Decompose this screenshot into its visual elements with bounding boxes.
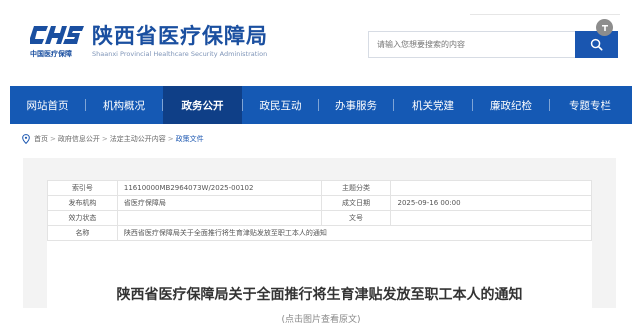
index-label: 索引号 [47,180,118,196]
nav-item-discipline[interactable]: 廉政纪检 [473,86,549,124]
status-label: 效力状态 [47,210,118,226]
nav-item-home[interactable]: 网站首页 [10,86,85,124]
search-box [368,31,576,58]
breadcrumb-separator: > [167,135,174,143]
nav-item-services[interactable]: 办事服务 [319,86,393,124]
location-pin-icon [22,134,30,144]
nav-item-interaction[interactable]: 政民互动 [243,86,318,124]
search-button[interactable] [575,31,618,58]
view-original-caption[interactable]: (点击图片查看原文) [0,312,642,325]
name-value: 陕西省医疗保障局关于全面推行将生育津贴发放至职工本人的通知 [116,225,593,241]
document-page: 索引号 11610000MB2964073W/2025-00102 主题分类 发… [47,180,593,308]
name-label: 名称 [47,225,118,241]
table-row: 发布机构 省医疗保障局 成文日期 2025-09-16 00:00 [47,195,592,211]
docno-label: 文号 [320,210,392,226]
accessibility-badge[interactable] [596,19,613,36]
top-divider [470,14,620,15]
date-value: 2025-09-16 00:00 [390,195,592,211]
metadata-table: 索引号 11610000MB2964073W/2025-00102 主题分类 发… [47,180,593,241]
nav-item-gov-info[interactable]: 政务公开 [163,86,242,124]
issuer-value: 省医疗保障局 [116,195,322,211]
breadcrumb-gov-info[interactable]: 政府信息公开 [58,134,100,144]
index-value: 11610000MB2964073W/2025-00102 [116,180,322,196]
text-mode-icon [601,24,608,31]
search-input[interactable] [369,32,575,57]
nav-item-topics[interactable]: 专题专栏 [550,86,630,124]
nav-item-about[interactable]: 机构概况 [86,86,162,124]
topic-value [390,180,592,196]
docno-value [390,210,592,226]
chs-logo-icon [30,26,84,44]
breadcrumb-separator: > [50,135,56,143]
nav-item-party[interactable]: 机关党建 [394,86,472,124]
breadcrumb-home[interactable]: 首页 [34,134,48,144]
document-image[interactable]: 索引号 11610000MB2964073W/2025-00102 主题分类 发… [23,158,616,308]
breadcrumb: 首页 > 政府信息公开 > 法定主动公开内容 > 政策文件 [22,133,204,145]
table-row: 名称 陕西省医疗保障局关于全面推行将生育津贴发放至职工本人的通知 [47,225,593,241]
site-title[interactable]: 陕西省医疗保障局 [92,24,268,48]
topic-label: 主题分类 [320,180,392,196]
date-label: 成文日期 [320,195,392,211]
status-value [116,210,322,226]
breadcrumb-separator: > [101,135,108,143]
table-row: 效力状态 文号 [47,210,592,226]
issuer-label: 发布机构 [47,195,118,211]
site-subtitle: Shaanxi Provincial Healthcare Security A… [92,50,268,58]
search-icon [590,38,603,51]
main-nav: 网站首页 机构概况 政务公开 政民互动 办事服务 机关党建 廉政纪检 专题专栏 [10,86,632,124]
logo-subtext: 中国医疗保障 [30,50,72,58]
breadcrumb-policy-docs[interactable]: 政策文件 [176,134,204,144]
breadcrumb-legal-disclosure[interactable]: 法定主动公开内容 [110,134,166,144]
document-title: 陕西省医疗保障局关于全面推行将生育津贴发放至职工本人的通知 [116,287,523,303]
table-row: 索引号 11610000MB2964073W/2025-00102 主题分类 [47,180,592,196]
